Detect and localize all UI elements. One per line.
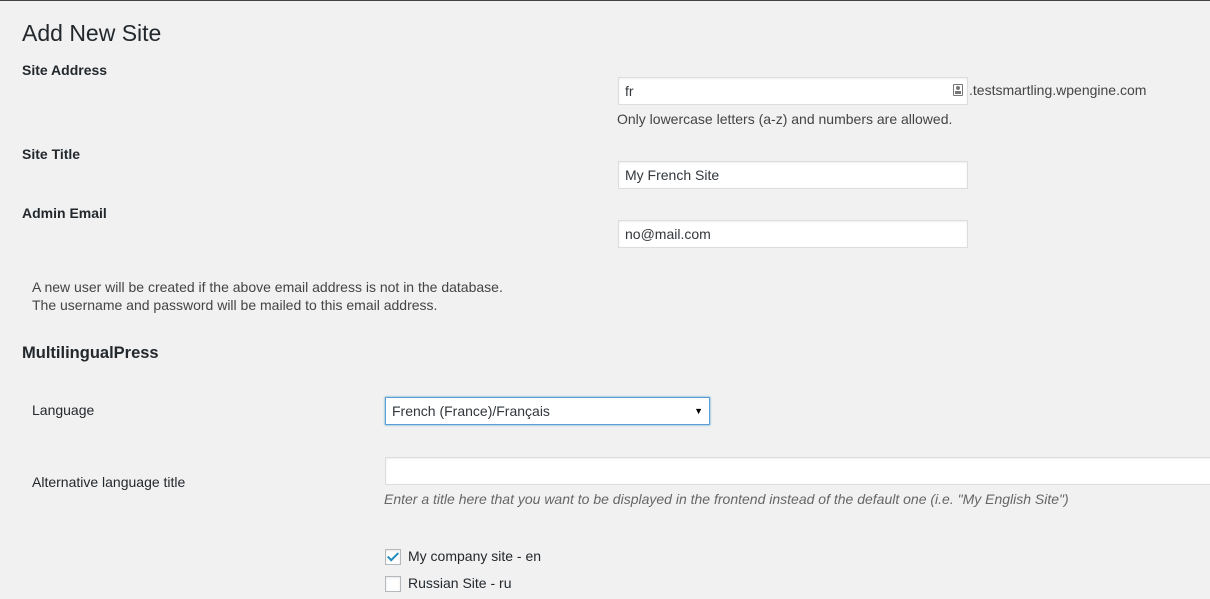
add-new-site-page: Add New Site Site Address fr .testsmartl… xyxy=(0,0,1210,599)
site-address-label: Site Address xyxy=(22,62,108,78)
email-note-line2: The username and password will be mailed… xyxy=(32,297,438,313)
language-label: Language xyxy=(32,402,95,418)
email-note: A new user will be created if the above … xyxy=(32,278,503,314)
site-title-label: Site Title xyxy=(22,146,81,162)
contact-card-icon[interactable] xyxy=(953,84,963,96)
site-title-value: My French Site xyxy=(625,167,720,183)
dropdown-arrow-icon: ▼ xyxy=(694,406,703,416)
site-address-domain-suffix: .testsmartling.wpengine.com xyxy=(969,82,1147,98)
language-selected-value: French (France)/Français xyxy=(392,403,550,419)
admin-email-value: no@mail.com xyxy=(625,226,711,242)
site-address-description: Only lowercase letters (a-z) and numbers… xyxy=(617,111,953,127)
related-site-checkbox-ru[interactable] xyxy=(385,576,401,592)
site-address-value: fr xyxy=(625,83,634,99)
related-site-label-en[interactable]: My company site - en xyxy=(408,548,541,564)
site-address-input[interactable]: fr xyxy=(618,77,968,105)
multilingualpress-section-title: MultilingualPress xyxy=(22,344,159,362)
related-site-checkbox-en[interactable] xyxy=(385,549,401,565)
related-site-label-ru[interactable]: Russian Site - ru xyxy=(408,575,511,591)
admin-email-input[interactable]: no@mail.com xyxy=(618,220,968,248)
language-select[interactable]: French (France)/Français ▼ xyxy=(385,397,710,425)
email-note-line1: A new user will be created if the above … xyxy=(32,279,503,295)
alt-language-title-hint: Enter a title here that you want to be d… xyxy=(384,491,1069,507)
alt-language-title-label: Alternative language title xyxy=(32,474,186,490)
admin-email-label: Admin Email xyxy=(22,205,107,221)
alt-language-title-input[interactable] xyxy=(385,457,1210,485)
site-title-input[interactable]: My French Site xyxy=(618,161,968,189)
page-title: Add New Site xyxy=(22,20,162,46)
